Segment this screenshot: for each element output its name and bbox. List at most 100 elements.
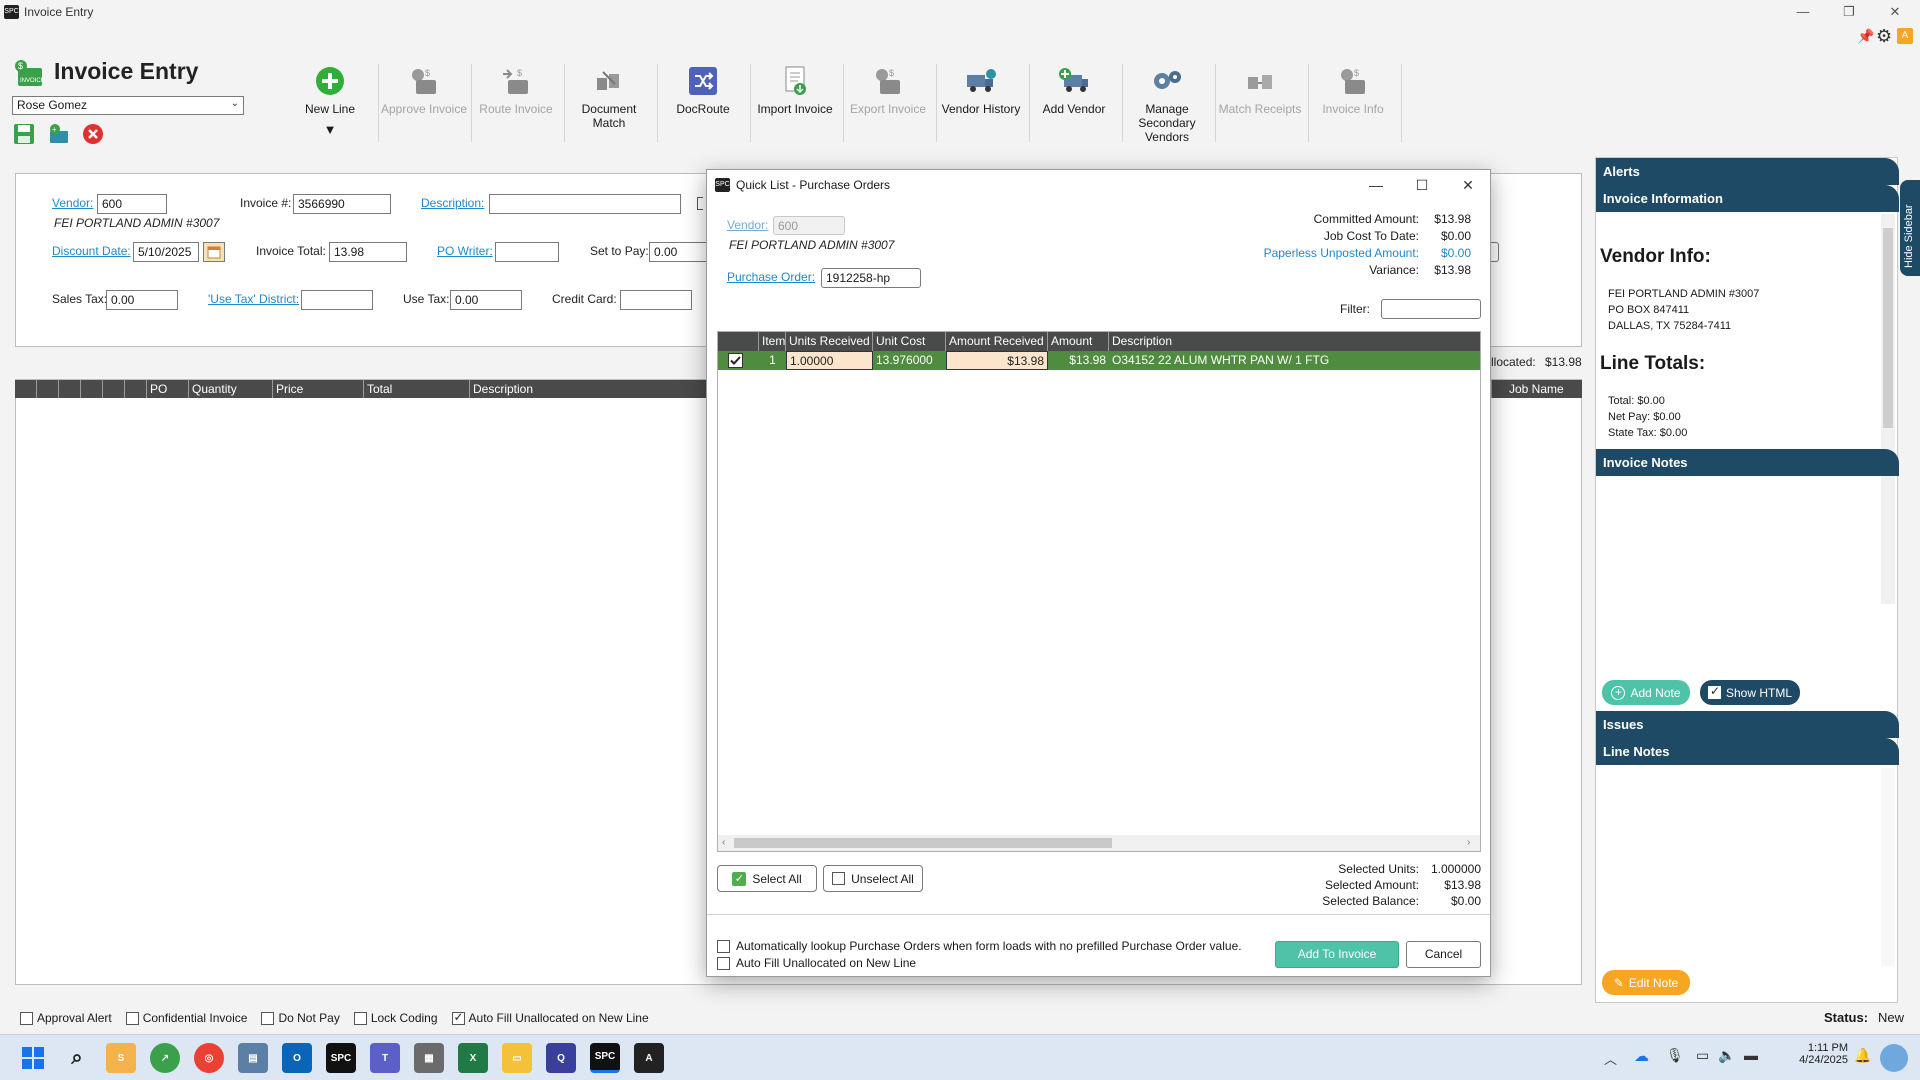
dialog-vendor-link[interactable]: Vendor: bbox=[727, 218, 768, 232]
add-to-invoice-button[interactable]: Add To Invoice bbox=[1275, 941, 1399, 968]
minimize-icon[interactable]: — bbox=[1780, 0, 1826, 24]
do-not-pay-checkbox[interactable] bbox=[261, 1011, 275, 1025]
dialog-maximize-icon[interactable]: ☐ bbox=[1399, 170, 1445, 200]
match-receipts-button[interactable]: Match Receipts bbox=[1215, 64, 1305, 154]
sidebar-scroll-thumb[interactable] bbox=[1883, 228, 1893, 428]
auto-fill-unallocated-option[interactable]: Auto Fill Unallocated on New Line bbox=[451, 1010, 649, 1026]
credit-card-field[interactable] bbox=[620, 290, 692, 310]
auto-lookup-checkbox[interactable] bbox=[717, 939, 730, 953]
hide-sidebar-tab[interactable]: Hide Sidebar bbox=[1900, 180, 1920, 276]
discount-date-link[interactable]: Discount Date: bbox=[52, 244, 131, 258]
po-col-description[interactable]: Description bbox=[1109, 332, 1480, 351]
windows-start-icon[interactable] bbox=[18, 1043, 48, 1073]
confidential-invoice-checkbox[interactable] bbox=[125, 1011, 139, 1025]
dialog-auto-fill-option[interactable]: Auto Fill Unallocated on New Line bbox=[717, 956, 916, 970]
grid-col-job-name[interactable]: Job Name bbox=[1491, 380, 1582, 398]
purchase-order-field[interactable]: 1912258-hp bbox=[821, 268, 921, 288]
display-icon[interactable]: ▭ bbox=[1696, 1047, 1709, 1064]
po-writer-field[interactable] bbox=[495, 242, 559, 262]
invoice-number-field[interactable]: 3566990 bbox=[293, 194, 391, 214]
vendor-link[interactable]: Vendor: bbox=[52, 196, 93, 210]
dialog-minimize-icon[interactable]: — bbox=[1353, 170, 1399, 200]
use-tax-district-link[interactable]: 'Use Tax' District: bbox=[208, 292, 299, 306]
approval-alert-option[interactable]: Approval Alert bbox=[20, 1010, 112, 1026]
description-field[interactable] bbox=[489, 194, 681, 214]
po-col-amount-received[interactable]: Amount Received bbox=[946, 332, 1048, 351]
pin-icon[interactable]: 📌 bbox=[1857, 28, 1874, 45]
purchase-order-lines-grid[interactable]: Item Units Received Unit Cost Amount Rec… bbox=[717, 331, 1481, 852]
sales-tax-field[interactable]: 0.00 bbox=[106, 290, 178, 310]
excel-icon[interactable]: X bbox=[458, 1043, 488, 1073]
copilot-icon[interactable] bbox=[1880, 1044, 1908, 1072]
app-icon-4[interactable]: Q bbox=[546, 1043, 576, 1073]
alerts-header[interactable]: Alerts bbox=[1596, 158, 1899, 185]
search-icon[interactable]: ⌕ bbox=[62, 1043, 92, 1073]
new-line-button[interactable]: New Line ▼ bbox=[285, 64, 375, 154]
po-writer-link[interactable]: PO Writer: bbox=[437, 244, 493, 258]
file-explorer-icon[interactable]: ▭ bbox=[502, 1043, 532, 1073]
calculator-icon[interactable]: ▦ bbox=[414, 1043, 444, 1073]
grid-col-price[interactable]: Price bbox=[273, 380, 364, 398]
grid-col-description[interactable]: Description bbox=[470, 380, 706, 398]
document-match-button[interactable]: Document Match bbox=[564, 64, 654, 154]
chevron-up-icon[interactable]: ︿ bbox=[1604, 1049, 1617, 1068]
po-col-amount[interactable]: Amount bbox=[1048, 332, 1109, 351]
description-checkbox-edge[interactable] bbox=[697, 197, 703, 210]
po-grid-hscrollbar[interactable]: ‹ › bbox=[718, 835, 1480, 851]
notification-bell-icon[interactable]: 🔔 bbox=[1854, 1047, 1871, 1064]
auto-lookup-option[interactable]: Automatically lookup Purchase Orders whe… bbox=[717, 939, 1242, 953]
scroll-left-icon[interactable]: ‹ bbox=[722, 837, 725, 848]
vendor-field[interactable]: 600 bbox=[97, 194, 167, 214]
hidden-field-edge[interactable] bbox=[1490, 242, 1499, 262]
edit-note-button[interactable]: ✎ Edit Note bbox=[1602, 970, 1690, 995]
vendor-history-button[interactable]: Vendor History bbox=[936, 64, 1026, 154]
po-col-units-received[interactable]: Units Received bbox=[786, 332, 873, 351]
manage-secondary-vendors-button[interactable]: Manage Secondary Vendors bbox=[1122, 64, 1212, 154]
save-and-new-icon[interactable]: + bbox=[48, 123, 70, 145]
filter-field[interactable] bbox=[1381, 299, 1481, 319]
po-col-unit-cost[interactable]: Unit Cost bbox=[873, 332, 946, 351]
gear-icon[interactable]: ⚙ bbox=[1876, 26, 1892, 47]
description-link[interactable]: Description: bbox=[421, 196, 484, 210]
app-icon-1[interactable]: S bbox=[106, 1043, 136, 1073]
calendar-icon[interactable] bbox=[203, 242, 225, 262]
do-not-pay-option[interactable]: Do Not Pay bbox=[261, 1010, 340, 1026]
approval-alert-checkbox[interactable] bbox=[20, 1011, 33, 1025]
approve-invoice-button[interactable]: $ Approve Invoice bbox=[379, 64, 469, 154]
grid-col-quantity[interactable]: Quantity bbox=[189, 380, 273, 398]
show-html-toggle[interactable]: Show HTML bbox=[1700, 680, 1800, 705]
po-line-units-received[interactable]: 1.00000 bbox=[786, 351, 873, 370]
route-invoice-button[interactable]: $ Route Invoice bbox=[471, 64, 561, 154]
outlook-icon[interactable]: O bbox=[282, 1043, 312, 1073]
po-line-amount-received[interactable]: $13.98 bbox=[946, 351, 1048, 370]
volume-icon[interactable]: 🔈 bbox=[1718, 1047, 1735, 1064]
docroute-button[interactable]: DocRoute bbox=[658, 64, 748, 154]
show-html-checkbox[interactable] bbox=[1707, 684, 1721, 699]
issues-header[interactable]: Issues bbox=[1596, 711, 1899, 738]
purchase-order-link[interactable]: Purchase Order: bbox=[727, 270, 815, 284]
unselect-all-button[interactable]: Unselect All bbox=[823, 865, 923, 892]
cancel-button[interactable]: Cancel bbox=[1406, 941, 1481, 968]
paperless-unposted-value[interactable]: $0.00 bbox=[1419, 245, 1471, 262]
po-col-item[interactable]: Item bbox=[759, 332, 786, 351]
scroll-right-icon[interactable]: › bbox=[1467, 837, 1470, 848]
acrobat-icon[interactable]: A bbox=[634, 1043, 664, 1073]
grid-col-total[interactable]: Total bbox=[364, 380, 470, 398]
po-line-row[interactable]: 1 1.00000 13.976000 $13.98 $13.98 O34152… bbox=[718, 351, 1480, 370]
discount-date-field[interactable]: 5/10/2025 bbox=[133, 242, 199, 262]
invoice-information-header[interactable]: Invoice Information bbox=[1596, 185, 1899, 212]
import-invoice-button[interactable]: Import Invoice bbox=[750, 64, 840, 154]
paperless-unposted-label[interactable]: Paperless Unposted Amount: bbox=[1264, 245, 1419, 262]
paperless-unposted-row[interactable]: Paperless Unposted Amount: $0.00 bbox=[1127, 245, 1471, 262]
app-icon-3[interactable]: ▤ bbox=[238, 1043, 268, 1073]
microphone-icon[interactable]: 🎙 bbox=[1666, 1047, 1684, 1064]
invoice-total-field[interactable]: 13.98 bbox=[329, 242, 407, 262]
new-line-menu-arrow[interactable]: ▼ bbox=[285, 122, 375, 137]
set-to-pay-field[interactable]: 0.00 bbox=[649, 242, 709, 262]
auto-fill-unallocated-checkbox[interactable] bbox=[451, 1010, 465, 1025]
clock[interactable]: 1:11 PM 4/24/2025 bbox=[1778, 1042, 1848, 1066]
dialog-close-icon[interactable]: ✕ bbox=[1445, 170, 1491, 200]
maximize-icon[interactable]: ❐ bbox=[1826, 0, 1872, 24]
battery-icon[interactable]: ▬ bbox=[1744, 1047, 1758, 1063]
spc-app-icon[interactable]: SPC bbox=[326, 1043, 356, 1073]
